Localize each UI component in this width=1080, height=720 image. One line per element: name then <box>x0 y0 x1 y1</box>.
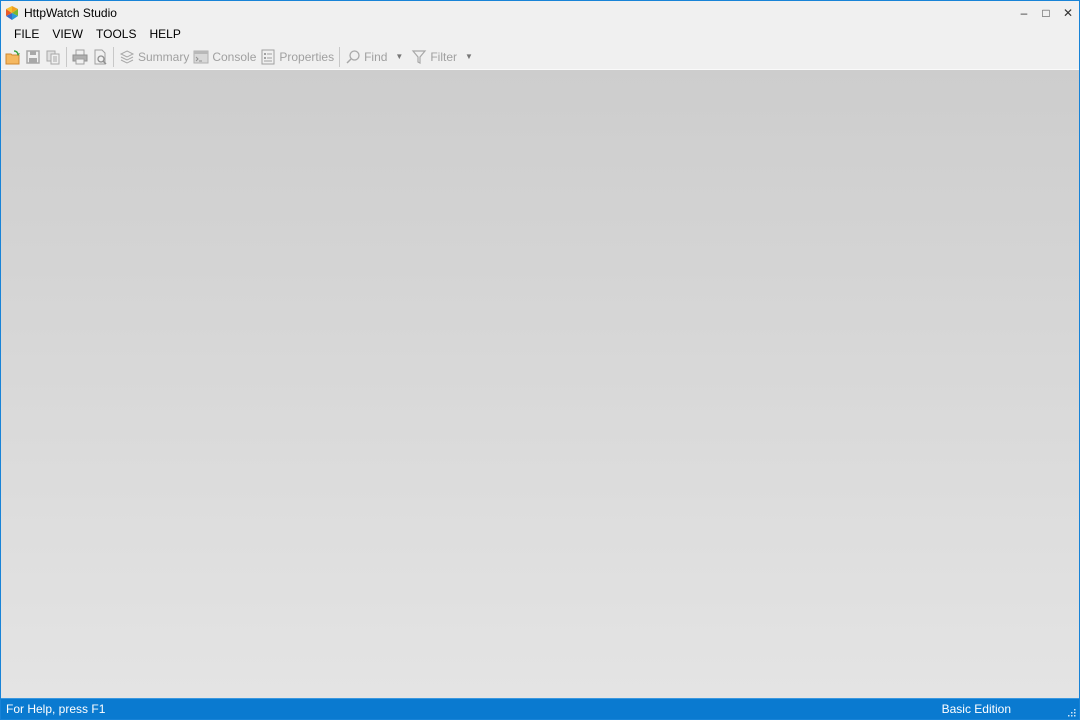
properties-label: Properties <box>279 49 335 64</box>
find-label: Find <box>364 49 388 64</box>
menu-tools[interactable]: TOOLS <box>90 25 142 43</box>
status-bar: For Help, press F1 Basic Edition <box>1 698 1079 719</box>
filter-icon <box>412 49 427 64</box>
open-button[interactable] <box>3 46 23 68</box>
print-preview-icon <box>94 49 107 65</box>
search-icon <box>346 49 360 64</box>
resize-grip-icon[interactable] <box>1068 709 1076 717</box>
save-button[interactable] <box>23 46 43 68</box>
summary-label: Summary <box>138 49 190 64</box>
window-controls: – □ ✕ <box>1013 1 1079 24</box>
maximize-icon: □ <box>1042 5 1050 20</box>
toolbar-separator <box>66 46 67 67</box>
console-icon <box>193 50 209 63</box>
copy-icon <box>46 50 60 64</box>
find-button[interactable]: Find ▼ <box>343 46 405 68</box>
console-button[interactable]: Console <box>191 46 258 68</box>
print-button[interactable] <box>70 46 90 68</box>
properties-icon <box>261 49 275 64</box>
status-help-text: For Help, press F1 <box>6 702 106 716</box>
minimize-icon: – <box>1020 5 1028 20</box>
toolbar: Summary Console Properties Find ▼ Filter… <box>1 44 1079 70</box>
menu-help[interactable]: HELP <box>143 25 186 43</box>
toolbar-separator <box>339 46 341 67</box>
httpwatch-logo-icon <box>6 5 18 20</box>
app-window: HttpWatch Studio – □ ✕ FILE VIEW TOOLS H… <box>0 0 1080 720</box>
console-label: Console <box>212 49 257 64</box>
filter-label: Filter <box>430 49 458 64</box>
status-edition: Basic Edition <box>941 702 1011 716</box>
print-preview-button[interactable] <box>90 46 110 68</box>
properties-button[interactable]: Properties <box>258 46 336 68</box>
toolbar-separator <box>113 46 114 67</box>
summary-button[interactable]: Summary <box>117 46 191 68</box>
menu-file[interactable]: FILE <box>8 25 45 43</box>
close-button[interactable]: ✕ <box>1057 1 1079 24</box>
close-icon: ✕ <box>1062 5 1074 20</box>
maximize-button[interactable]: □ <box>1035 1 1057 24</box>
main-workspace <box>1 70 1079 698</box>
minimize-button[interactable]: – <box>1013 1 1035 24</box>
summary-layers-icon <box>119 49 135 64</box>
save-icon <box>26 49 40 64</box>
menu-bar: FILE VIEW TOOLS HELP <box>1 24 1079 44</box>
title-bar: HttpWatch Studio – □ ✕ <box>1 1 1079 24</box>
window-title: HttpWatch Studio <box>24 5 117 20</box>
menu-view[interactable]: VIEW <box>46 25 89 43</box>
filter-dropdown-chevron-icon[interactable]: ▼ <box>465 52 473 61</box>
copy-button[interactable] <box>43 46 63 68</box>
print-icon <box>72 49 88 64</box>
filter-button[interactable]: Filter ▼ <box>409 46 475 68</box>
open-folder-icon <box>5 49 20 64</box>
find-dropdown-chevron-icon[interactable]: ▼ <box>395 52 403 61</box>
